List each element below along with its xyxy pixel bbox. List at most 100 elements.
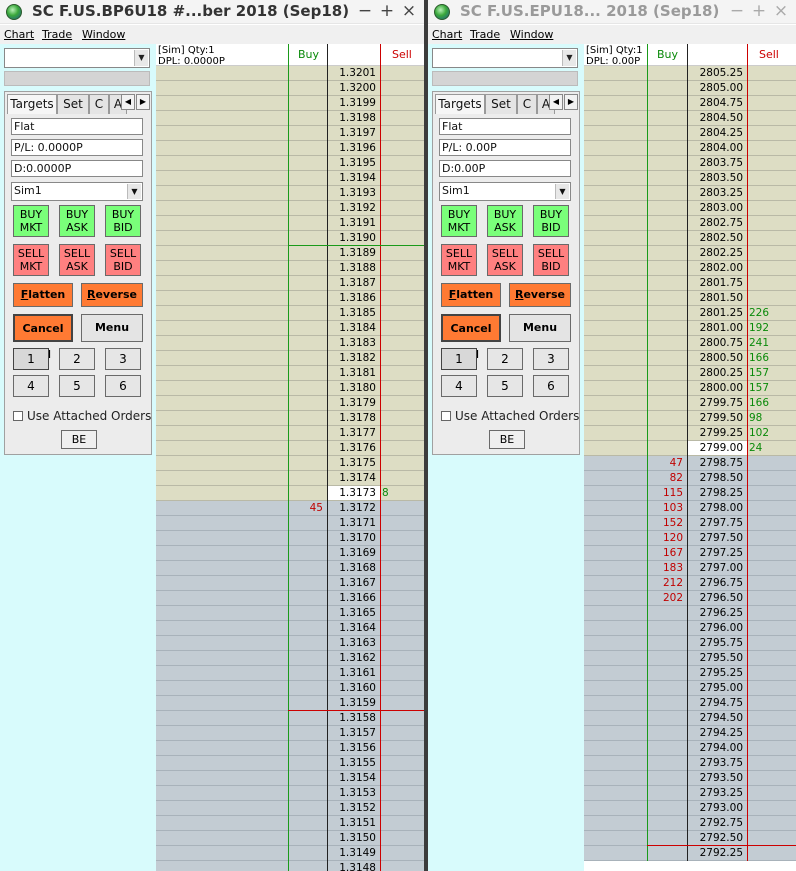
ladder-row[interactable]: 1.3188 — [156, 261, 424, 276]
bid-size[interactable] — [288, 576, 327, 590]
ask-size[interactable] — [747, 171, 787, 185]
bid-size[interactable] — [288, 546, 327, 560]
ask-size[interactable] — [747, 66, 787, 80]
ask-size[interactable] — [747, 711, 787, 725]
ask-size[interactable] — [747, 606, 787, 620]
qty-button-4[interactable]: 4 — [441, 375, 477, 397]
ladder-row[interactable]: 2805.00 — [584, 81, 796, 96]
bid-size[interactable] — [647, 201, 687, 215]
ladder-row[interactable]: 2803.25 — [584, 186, 796, 201]
title-bar[interactable]: SC F.US.EPU18... 2018 (Sep18) − + × — [428, 0, 796, 24]
bid-size[interactable] — [288, 111, 327, 125]
ask-size[interactable] — [380, 606, 424, 620]
ladder-row[interactable]: 202 2796.50 — [584, 591, 796, 606]
ask-size[interactable] — [380, 396, 424, 410]
close-button[interactable]: × — [770, 1, 792, 21]
ladder-row[interactable]: 1.3170 — [156, 531, 424, 546]
bid-size[interactable] — [288, 396, 327, 410]
buy-bid-button[interactable]: BUY BID — [533, 205, 569, 237]
bid-size[interactable] — [647, 741, 687, 755]
tab-c[interactable]: C — [517, 94, 537, 114]
ladder-row[interactable]: 1.3166 — [156, 591, 424, 606]
ladder-row[interactable]: 1.3191 — [156, 216, 424, 231]
ask-size[interactable] — [747, 696, 787, 710]
ladder-row[interactable]: 2793.25 — [584, 786, 796, 801]
tab-c[interactable]: C — [89, 94, 109, 114]
menu-window[interactable]: Window — [510, 28, 553, 41]
menu-chart[interactable]: Chart — [4, 28, 34, 41]
bid-size[interactable] — [647, 771, 687, 785]
bid-size[interactable] — [288, 801, 327, 815]
ask-size[interactable] — [380, 441, 424, 455]
ladder-row[interactable]: 2792.75 — [584, 816, 796, 831]
ask-size[interactable] — [380, 231, 424, 245]
chevron-down-icon[interactable]: ▼ — [134, 50, 148, 66]
ladder-row[interactable]: 1.3158 — [156, 711, 424, 726]
ask-size[interactable] — [380, 861, 424, 871]
ask-size[interactable] — [380, 576, 424, 590]
ladder-row[interactable]: 2802.25 — [584, 246, 796, 261]
ask-size[interactable] — [747, 666, 787, 680]
bid-size[interactable]: 183 — [647, 561, 687, 575]
ask-size[interactable] — [380, 381, 424, 395]
bid-size[interactable] — [647, 171, 687, 185]
ladder-row[interactable]: 1.3181 — [156, 366, 424, 381]
ask-size[interactable] — [380, 156, 424, 170]
bid-size[interactable] — [288, 381, 327, 395]
bid-size[interactable] — [647, 186, 687, 200]
bid-size[interactable] — [647, 621, 687, 635]
ladder-row[interactable]: 2794.75 — [584, 696, 796, 711]
tab-scroll-left-icon[interactable]: ◀ — [121, 94, 135, 110]
ladder-row[interactable]: 1.3196 — [156, 141, 424, 156]
tab-targets[interactable]: Targets — [7, 94, 57, 114]
qty-button-2[interactable]: 2 — [59, 348, 95, 370]
ask-size[interactable] — [747, 201, 787, 215]
ask-size[interactable] — [380, 591, 424, 605]
tab-scroll-right-icon[interactable]: ▶ — [136, 94, 150, 110]
bid-size[interactable] — [288, 336, 327, 350]
ladder-row[interactable]: 1.3157 — [156, 726, 424, 741]
ask-size[interactable] — [747, 531, 787, 545]
bid-size[interactable] — [647, 846, 687, 860]
ask-size[interactable] — [380, 471, 424, 485]
bid-size[interactable]: 152 — [647, 516, 687, 530]
bid-size[interactable] — [288, 186, 327, 200]
ladder-row[interactable]: 2795.75 — [584, 636, 796, 651]
menu-button[interactable]: Menu — [81, 314, 143, 342]
ladder-row[interactable]: 1.3165 — [156, 606, 424, 621]
ladder-row[interactable]: 2800.25 157 — [584, 366, 796, 381]
ask-size[interactable] — [380, 366, 424, 380]
qty-button-2[interactable]: 2 — [487, 348, 523, 370]
menu-button[interactable]: Menu — [509, 314, 571, 342]
title-bar[interactable]: SC F.US.BP6U18 #...ber 2018 (Sep18) − + × — [0, 0, 424, 24]
use-attached-orders-checkbox[interactable]: Use Attached Orders — [13, 409, 151, 423]
sell-mkt-button[interactable]: SELL MKT — [441, 244, 477, 276]
qty-button-1[interactable]: 1 — [13, 348, 49, 370]
bid-size[interactable] — [647, 756, 687, 770]
chevron-down-icon[interactable]: ▼ — [555, 184, 569, 199]
close-button[interactable]: × — [398, 1, 420, 21]
ask-size[interactable]: 241 — [747, 336, 787, 350]
ask-size[interactable]: 98 — [747, 411, 787, 425]
bid-size[interactable] — [647, 81, 687, 95]
bid-size[interactable] — [647, 396, 687, 410]
bid-size[interactable] — [647, 711, 687, 725]
bid-size[interactable] — [288, 696, 327, 710]
ask-size[interactable] — [380, 246, 424, 260]
checkbox-box[interactable] — [13, 411, 23, 421]
ladder-row[interactable]: 1.3178 — [156, 411, 424, 426]
bid-size[interactable] — [288, 231, 327, 245]
ask-size[interactable] — [380, 291, 424, 305]
ask-size[interactable] — [380, 66, 424, 80]
bid-size[interactable] — [288, 486, 327, 500]
ask-size[interactable] — [380, 411, 424, 425]
ladder-row[interactable]: 183 2797.00 — [584, 561, 796, 576]
tab-scroll-left-icon[interactable]: ◀ — [549, 94, 563, 110]
ladder-row[interactable]: 212 2796.75 — [584, 576, 796, 591]
ask-size[interactable] — [747, 801, 787, 815]
ask-size[interactable] — [747, 471, 787, 485]
bid-size[interactable] — [647, 831, 687, 845]
bid-size[interactable] — [647, 321, 687, 335]
ask-size[interactable] — [747, 456, 787, 470]
bid-size[interactable]: 167 — [647, 546, 687, 560]
